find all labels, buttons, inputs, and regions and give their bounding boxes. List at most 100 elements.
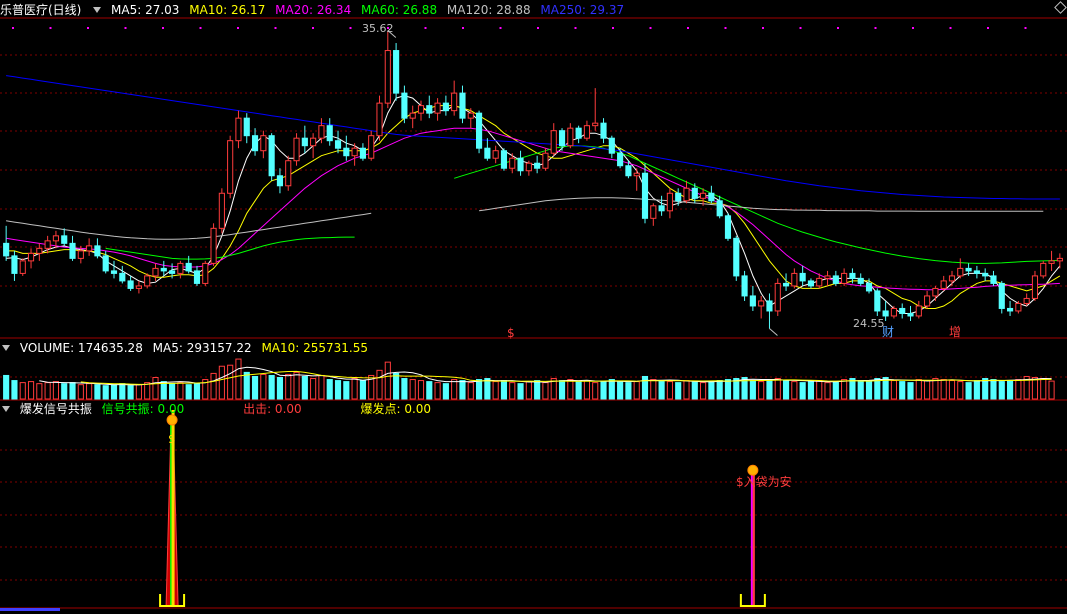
ma5-label: MA5: 27.03: [111, 3, 180, 17]
candlestick: [451, 80, 458, 116]
volume-bar: [608, 379, 615, 400]
candlestick: [110, 260, 118, 279]
volume-panel-header: VOLUME: 174635.28 MA5: 293157.22 MA10: 2…: [0, 340, 374, 356]
candle-body: [575, 127, 582, 139]
candle-body: [442, 102, 449, 112]
candle-body: [467, 112, 474, 119]
signal-dropdown-triangle-icon[interactable]: [2, 406, 10, 412]
volume-bar: [782, 380, 790, 400]
volume-bar: [27, 381, 35, 400]
volume-dropdown-triangle-icon[interactable]: [2, 345, 10, 351]
candle-body: [650, 205, 657, 219]
candle-body: [716, 200, 723, 217]
candle-body: [227, 140, 234, 194]
signal-ball-icon: [747, 464, 759, 476]
volume-bar-layer: [3, 358, 1055, 400]
volume-bar: [260, 373, 267, 400]
volume-bar: [119, 383, 126, 400]
volume-bar: [152, 377, 159, 400]
volume-bar: [733, 378, 740, 400]
candle-body: [144, 275, 151, 287]
candle-body: [675, 192, 682, 202]
top-dot-marker: [12, 27, 14, 29]
candle-body: [1056, 257, 1063, 262]
candle-body: [567, 127, 574, 147]
candlestick: [69, 235, 76, 261]
volume-ma10-label: MA10: 255731.55: [261, 341, 369, 355]
signal-burst-label: 爆发点: 0.00: [360, 402, 432, 416]
volume-bar: [235, 358, 242, 400]
dropdown-triangle-icon[interactable]: [93, 7, 102, 13]
candlestick: [293, 133, 300, 166]
high-price-label: 35.62: [362, 22, 394, 35]
candlestick: [650, 203, 657, 226]
candle-body: [832, 275, 839, 284]
candle-body: [973, 270, 980, 274]
volume-bar: [625, 382, 632, 400]
candle-body: [733, 237, 740, 277]
volume-bar: [973, 380, 980, 400]
candle-body: [19, 260, 26, 274]
candlestick: [144, 273, 151, 289]
candle-body: [625, 165, 632, 177]
candlestick: [749, 285, 756, 311]
candle-body: [500, 150, 508, 169]
volume-bar: [940, 379, 947, 400]
candlestick: [285, 155, 292, 191]
candle-body: [135, 285, 142, 289]
event-marker-zeng: 增: [949, 325, 961, 339]
candle-body: [807, 280, 815, 287]
candle-body: [1006, 307, 1014, 312]
top-dot-marker: [49, 27, 52, 29]
candle-body: [633, 172, 640, 177]
volume-ma10-line: [80, 370, 1052, 385]
candle-body: [318, 125, 325, 139]
candle-body: [268, 135, 275, 177]
volume-bar: [525, 381, 532, 400]
volume-bar: [816, 380, 823, 400]
top-dot-marker: [837, 27, 839, 29]
candle-body: [509, 157, 516, 169]
candlestick: [948, 270, 956, 286]
volume-bar: [409, 379, 416, 400]
scroll-indicator: [0, 608, 60, 611]
candle-body: [44, 240, 51, 249]
stock-chart[interactable]: 35.62 24.55 $ 财 增 $ $入袋为安: [0, 0, 1067, 614]
top-dot-marker: [987, 27, 989, 29]
volume-bar: [326, 379, 333, 400]
candle-body: [409, 112, 416, 119]
annotation-layer: 35.62 24.55 $ 财 增 $ $入袋为安: [168, 22, 961, 489]
ma-line-ma60: [105, 145, 1060, 264]
candle-body: [61, 235, 68, 244]
candlestick: [932, 285, 939, 301]
volume-bar: [61, 383, 68, 400]
candle-body: [1023, 297, 1030, 304]
candlestick: [235, 110, 242, 149]
candlestick: [915, 300, 922, 319]
ma120-label: MA120: 28.88: [446, 3, 531, 17]
candle-body: [940, 280, 947, 289]
candle-body: [102, 255, 109, 272]
top-dot-marker: [687, 27, 689, 29]
candlestick: [11, 250, 18, 281]
candle-body: [874, 290, 881, 312]
candlestick: [492, 145, 499, 164]
candlestick: [799, 265, 806, 286]
volume-bar: [700, 382, 707, 400]
candle-body: [683, 187, 690, 202]
top-dot-marker: [499, 27, 502, 29]
candlestick: [343, 135, 350, 161]
candle-body: [990, 275, 997, 284]
stock-symbol[interactable]: 乐普医疗(日线): [0, 3, 81, 17]
candle-body: [525, 162, 532, 172]
candlestick: [957, 258, 964, 279]
volume-bar: [69, 382, 76, 400]
volume-bar: [774, 378, 781, 400]
volume-bar: [102, 385, 109, 400]
candle-body: [641, 172, 649, 219]
candlestick: [127, 275, 134, 291]
candlestick: [583, 120, 591, 141]
volume-bar: [210, 372, 217, 400]
candle-body: [550, 130, 557, 154]
volume-bar: [865, 381, 873, 400]
